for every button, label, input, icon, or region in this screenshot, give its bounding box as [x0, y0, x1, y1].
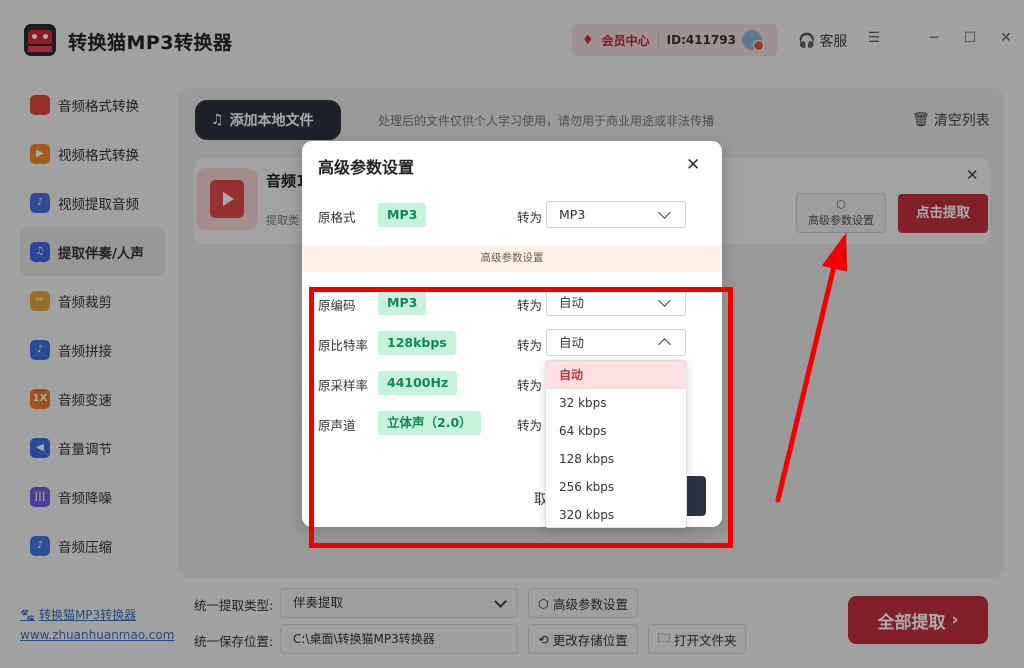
app-window: 转换猫MP3转换器 ♦ 会员中心 ID:411793 🎧 客服 ☰ ─ ☐ ✕ … [0, 0, 1024, 668]
annotation-arrow [775, 232, 848, 503]
